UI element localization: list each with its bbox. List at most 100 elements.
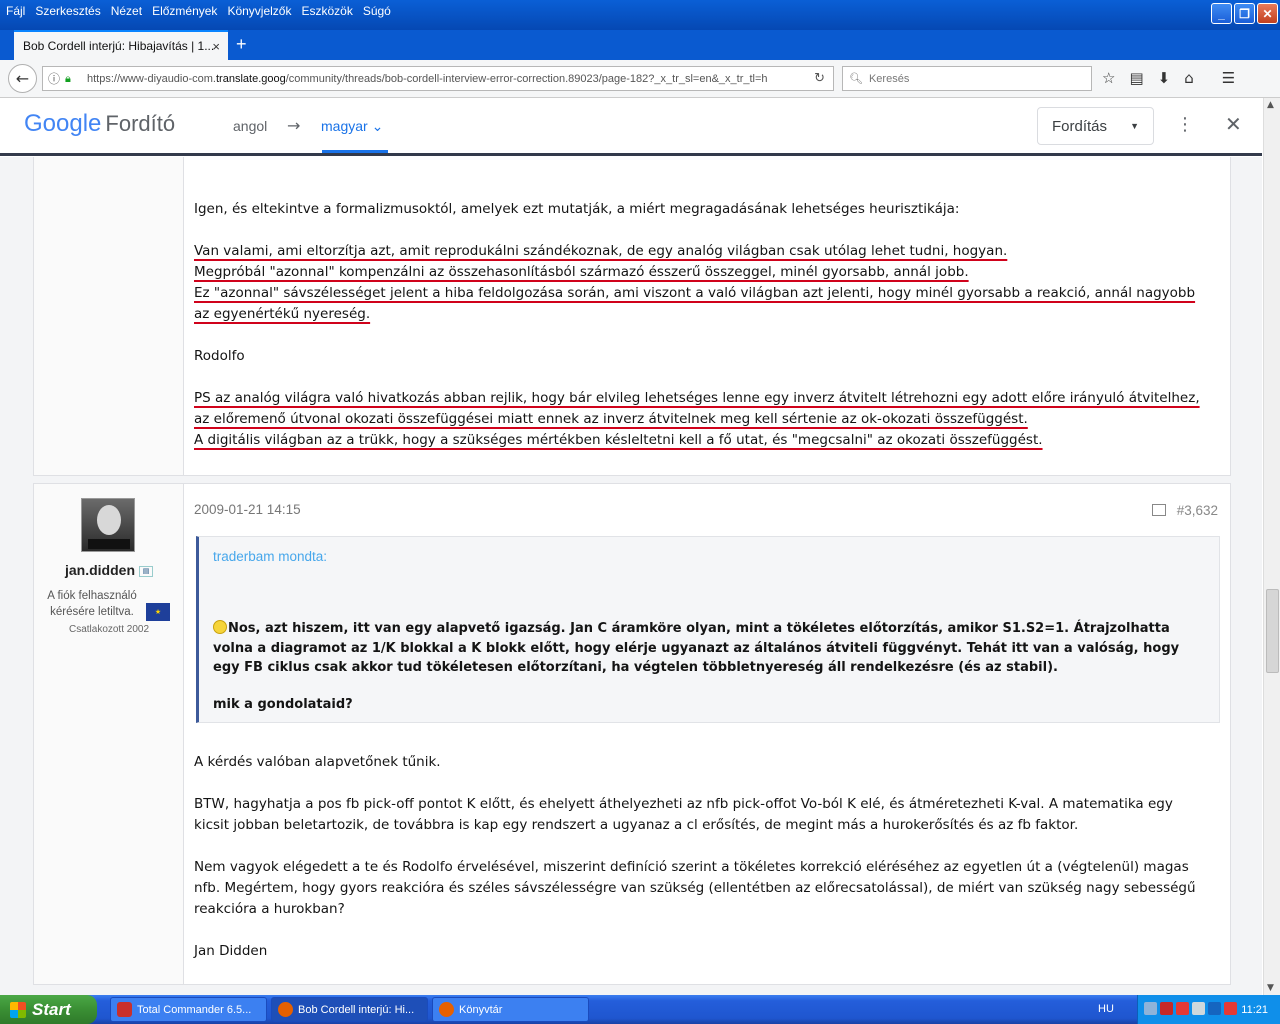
scroll-down-arrow-icon[interactable]: ▼ xyxy=(1267,983,1274,993)
menu-bar: Fájl Szerkesztés Nézet Előzmények Könyvj… xyxy=(0,0,401,22)
arrow-right-icon: → xyxy=(287,116,301,135)
new-tab-button[interactable]: + xyxy=(236,34,247,55)
scrollbar-thumb[interactable] xyxy=(1266,589,1279,673)
home-icon[interactable]: ⌂ xyxy=(1184,69,1194,87)
user-card-icon[interactable]: ▤ xyxy=(139,565,153,577)
avatar-face xyxy=(97,505,121,535)
more-options-icon[interactable]: ⋮ xyxy=(1176,114,1194,135)
share-icon[interactable] xyxy=(1152,504,1166,516)
post-signature: Jan Didden xyxy=(194,943,268,959)
translation-mode-label: Fordítás xyxy=(1052,117,1108,135)
network-icon[interactable] xyxy=(1144,1002,1157,1015)
source-language[interactable]: angol xyxy=(233,118,267,134)
post-sidebar: jan.didden ▤ A fiók felhasználó kérésére … xyxy=(34,484,184,984)
underlined-line: PS az analóg világra való hivatkozás abb… xyxy=(194,390,1200,427)
page-content: Igen, és eltekintve a formalizmusoktól, … xyxy=(0,157,1262,995)
menu-edit[interactable]: Szerkesztés xyxy=(35,4,100,18)
idea-smiley-icon xyxy=(213,620,227,634)
search-placeholder: Keresés xyxy=(868,72,910,85)
underlined-line: Ez "azonnal" sávszélességet jelent a hib… xyxy=(194,285,1196,322)
taskbar-item-total-commander[interactable]: Total Commander 6.5... xyxy=(110,997,267,1022)
chevron-down-icon: ⌄ xyxy=(371,118,384,134)
eu-flag-icon: ★ xyxy=(146,603,170,621)
underlined-line: Megpróbál "azonnal" kompenzálni az össze… xyxy=(194,264,969,280)
library-icon[interactable]: ▤ xyxy=(1129,69,1143,87)
quote-question: mik a gondolataid? xyxy=(213,697,353,712)
username[interactable]: jan.didden ▤ xyxy=(34,562,184,578)
post-paragraph: Igen, és eltekintve a formalizmusoktól, … xyxy=(194,201,960,217)
reload-icon[interactable]: ↻ xyxy=(814,71,825,86)
quote-author[interactable]: traderbam mondta: xyxy=(213,549,327,564)
firefox-icon xyxy=(278,1002,293,1017)
window-controls: _ ❐ ✕ xyxy=(1211,3,1278,24)
start-button[interactable]: Start xyxy=(0,995,97,1024)
language-indicator[interactable]: HU xyxy=(1098,1003,1114,1015)
tab-title: Bob Cordell interjú: Hibajavítás | 1... xyxy=(23,39,215,53)
menu-help[interactable]: Súgó xyxy=(363,4,391,18)
toolbar-icons: ☆ ▤ ⬇ ⌂ ☰ xyxy=(1102,69,1235,87)
clock[interactable]: 11:21 xyxy=(1241,1004,1268,1016)
translation-mode-dropdown[interactable]: Fordítás ▼ xyxy=(1037,107,1154,145)
tab-active[interactable]: Bob Cordell interjú: Hibajavítás | 1... … xyxy=(14,30,228,60)
post-paragraph-underlined: Van valami, ami eltorzítja azt, amit rep… xyxy=(194,241,1204,325)
close-translate-icon[interactable]: ✕ xyxy=(1225,112,1242,136)
scroll-up-arrow-icon[interactable]: ▲ xyxy=(1267,100,1274,110)
google-translate-logo: Google Fordító xyxy=(24,110,175,138)
volume-icon[interactable] xyxy=(1192,1002,1205,1015)
user-status: A fiók felhasználó kérésére letiltva. xyxy=(47,590,137,618)
address-bar[interactable]: ⓘ 🔒︎ https://www-diyaudio-com.translate.… xyxy=(42,66,834,91)
menu-file[interactable]: Fájl xyxy=(6,4,25,18)
post-signature: Rodolfo xyxy=(194,348,245,364)
menu-view[interactable]: Nézet xyxy=(111,4,142,18)
forum-post: jan.didden ▤ A fiók felhasználó kérésére … xyxy=(33,483,1231,985)
target-language-indicator xyxy=(322,150,388,153)
forum-post: Igen, és eltekintve a formalizmusoktól, … xyxy=(33,157,1231,476)
underlined-line: A digitális világban az a trükk, hogy a … xyxy=(194,432,1043,448)
menu-history[interactable]: Előzmények xyxy=(152,4,217,18)
tab-close-icon[interactable]: × xyxy=(212,39,220,54)
windows-logo-icon xyxy=(10,1001,26,1018)
post-date[interactable]: 2009-01-21 14:15 xyxy=(194,502,301,517)
taskbar-item-browser[interactable]: Bob Cordell interjú: Hi... xyxy=(271,997,428,1022)
bluetooth-icon[interactable] xyxy=(1208,1002,1221,1015)
bookmark-star-icon[interactable]: ☆ xyxy=(1102,69,1115,87)
hamburger-menu-icon[interactable]: ☰ xyxy=(1222,69,1235,87)
total-commander-icon xyxy=(117,1002,132,1017)
translate-bar: Google Fordító angol → magyar ⌄ Fordítás … xyxy=(0,98,1262,156)
target-language[interactable]: magyar ⌄ xyxy=(321,118,383,135)
maximize-button[interactable]: ❐ xyxy=(1234,3,1255,24)
join-date: Csatlakozott 2002 xyxy=(68,624,150,635)
minimize-button[interactable]: _ xyxy=(1211,3,1232,24)
menu-bookmarks[interactable]: Könyvjelzők xyxy=(227,4,291,18)
taskbar-item-library[interactable]: Könyvtár xyxy=(432,997,589,1022)
antivirus-icon[interactable] xyxy=(1176,1002,1189,1015)
title-bar: Fájl Szerkesztés Nézet Előzmények Könyvj… xyxy=(0,0,1280,30)
firefox-icon xyxy=(439,1002,454,1017)
avatar[interactable] xyxy=(81,498,135,552)
menu-tools[interactable]: Eszközök xyxy=(301,4,352,18)
post-paragraph: BTW, hagyhatja a pos fb pick-off pontot … xyxy=(194,796,1173,833)
taskbar: Start Total Commander 6.5... Bob Cordell… xyxy=(0,995,1280,1024)
close-window-button[interactable]: ✕ xyxy=(1257,3,1278,24)
post-paragraph: Nem vagyok elégedett a te és Rodolfo érv… xyxy=(194,859,1196,917)
back-button[interactable]: ← xyxy=(8,64,37,93)
navigation-toolbar: ← ⓘ 🔒︎ https://www-diyaudio-com.translat… xyxy=(0,60,1280,98)
quote-block: traderbam mondta: Nos, azt hiszem, itt v… xyxy=(196,536,1220,723)
tab-strip: Bob Cordell interjú: Hibajavítás | 1... … xyxy=(0,30,1280,60)
vertical-scrollbar[interactable]: ▲ ▼ xyxy=(1263,98,1280,995)
info-icon[interactable]: ⓘ xyxy=(43,70,65,87)
search-icon: 🔍︎ xyxy=(849,73,863,85)
quote-text: Nos, azt hiszem, itt van egy alapvető ig… xyxy=(213,620,1180,675)
post-number[interactable]: #3,632 xyxy=(1177,503,1218,518)
url-text[interactable]: https://www-diyaudio-com.translate.goog/… xyxy=(87,73,807,85)
downloads-icon[interactable]: ⬇ xyxy=(1158,69,1171,87)
update-icon[interactable] xyxy=(1224,1002,1237,1015)
google-wordmark: Google xyxy=(24,110,102,137)
tray-icons xyxy=(1144,1002,1237,1015)
avatar-sign xyxy=(88,539,130,549)
translate-wordmark: Fordító xyxy=(105,111,176,136)
post-sidebar xyxy=(34,157,184,475)
underlined-line: Van valami, ami eltorzítja azt, amit rep… xyxy=(194,243,1008,259)
search-input[interactable]: 🔍︎ Keresés xyxy=(842,66,1092,91)
security-shield-icon[interactable] xyxy=(1160,1002,1173,1015)
